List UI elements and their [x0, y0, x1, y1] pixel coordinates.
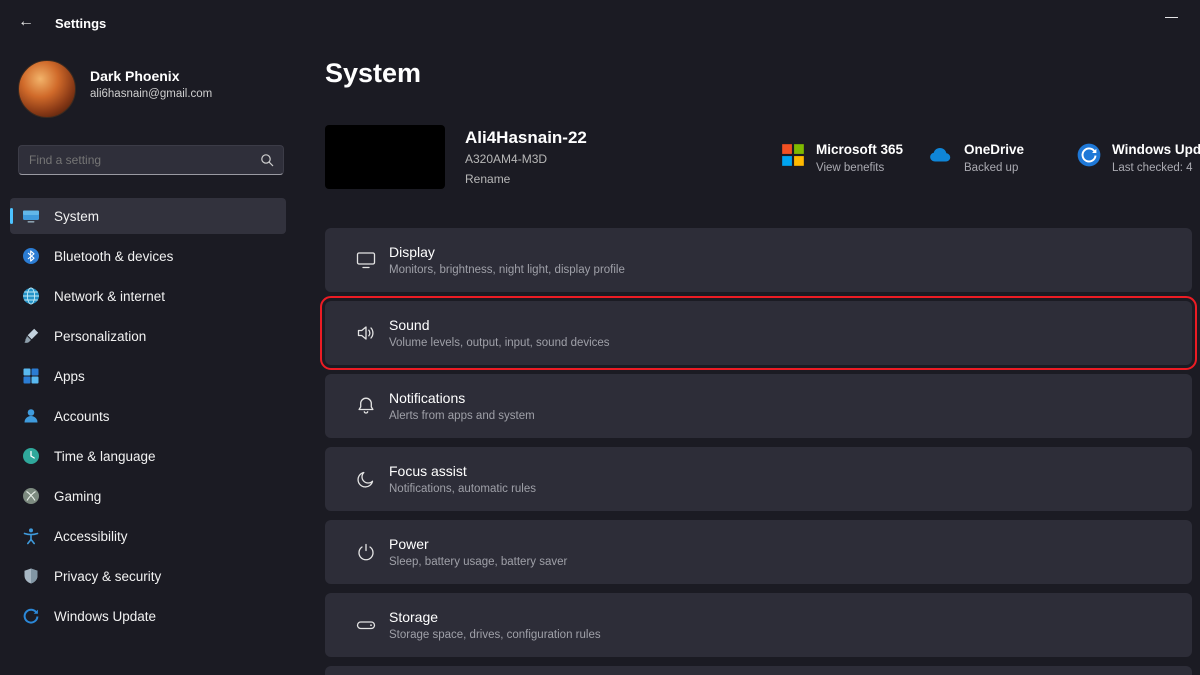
sidebar-item-time-language[interactable]: Time & language	[10, 438, 286, 474]
settings-row-power[interactable]: Power Sleep, battery usage, battery save…	[325, 520, 1192, 584]
settings-row-storage[interactable]: Storage Storage space, drives, configura…	[325, 593, 1192, 657]
sidebar-item-label: System	[54, 209, 99, 224]
row-label: Focus assist	[389, 463, 536, 479]
sidebar-item-label: Windows Update	[54, 609, 156, 624]
settings-row-partial[interactable]	[325, 666, 1192, 675]
sidebar-item-label: Privacy & security	[54, 569, 161, 584]
user-email: ali6hasnain@gmail.com	[90, 88, 212, 100]
sidebar-item-personalization[interactable]: Personalization	[10, 318, 286, 354]
row-description: Alerts from apps and system	[389, 410, 535, 422]
notifications-icon	[355, 395, 377, 417]
focus-assist-icon	[355, 468, 377, 490]
personalization-icon	[22, 327, 40, 345]
status-card-windows-update[interactable]: Windows Update Last checked: 4	[1076, 142, 1200, 174]
main-content: System Ali4Hasnain-22 A320AM4-M3D Rename…	[325, 48, 1200, 675]
search-input[interactable]	[19, 146, 251, 174]
device-thumbnail	[325, 125, 445, 189]
status-card-title: Windows Update	[1112, 142, 1200, 157]
avatar	[18, 60, 76, 118]
sidebar-nav: System Bluetooth & devices Network & int…	[10, 198, 286, 638]
row-label: Notifications	[389, 390, 535, 406]
sidebar-item-label: Personalization	[54, 329, 146, 344]
status-card-title: OneDrive	[964, 142, 1024, 157]
status-card-title: Microsoft 365	[816, 142, 903, 157]
rename-link[interactable]: Rename	[465, 172, 510, 186]
display-icon	[355, 249, 377, 271]
row-description: Storage space, drives, configuration rul…	[389, 629, 601, 641]
row-description: Monitors, brightness, night light, displ…	[389, 264, 625, 276]
status-card-onedrive[interactable]: OneDrive Backed up	[928, 142, 1024, 174]
status-card-subtitle: View benefits	[816, 162, 903, 174]
minimize-button[interactable]: —	[1165, 9, 1178, 24]
titlebar: ← Settings —	[0, 0, 1200, 48]
settings-row-display[interactable]: Display Monitors, brightness, night ligh…	[325, 228, 1192, 292]
row-label: Storage	[389, 609, 601, 625]
back-button[interactable]: ←	[18, 13, 34, 31]
row-description: Volume levels, output, input, sound devi…	[389, 337, 610, 349]
page-title: System	[325, 58, 421, 89]
sidebar-item-label: Accounts	[54, 409, 110, 424]
row-label: Display	[389, 244, 625, 260]
bluetooth-icon	[22, 247, 40, 265]
status-card-subtitle: Backed up	[964, 162, 1024, 174]
sidebar-item-bluetooth-devices[interactable]: Bluetooth & devices	[10, 238, 286, 274]
status-card-microsoft-365[interactable]: Microsoft 365 View benefits	[780, 142, 903, 174]
sidebar-item-gaming[interactable]: Gaming	[10, 478, 286, 514]
user-name: Dark Phoenix	[90, 68, 179, 84]
time-language-icon	[22, 447, 40, 465]
sidebar-item-label: Gaming	[54, 489, 101, 504]
windows-update-icon	[22, 607, 40, 625]
privacy-icon	[22, 567, 40, 585]
sidebar-item-apps[interactable]: Apps	[10, 358, 286, 394]
search-icon[interactable]	[260, 153, 274, 167]
sidebar-item-network-internet[interactable]: Network & internet	[10, 278, 286, 314]
sidebar-item-privacy-security[interactable]: Privacy & security	[10, 558, 286, 594]
accounts-icon	[22, 407, 40, 425]
accessibility-icon	[22, 527, 40, 545]
row-description: Sleep, battery usage, battery saver	[389, 556, 567, 568]
windows-update-icon	[1076, 142, 1102, 168]
storage-icon	[355, 614, 377, 636]
row-label: Power	[389, 536, 567, 552]
settings-list: Display Monitors, brightness, night ligh…	[325, 228, 1192, 675]
sidebar-item-accessibility[interactable]: Accessibility	[10, 518, 286, 554]
sidebar-item-accounts[interactable]: Accounts	[10, 398, 286, 434]
apps-icon	[22, 367, 40, 385]
row-label: Sound	[389, 317, 610, 333]
settings-row-sound[interactable]: Sound Volume levels, output, input, soun…	[325, 301, 1192, 365]
settings-row-focus-assist[interactable]: Focus assist Notifications, automatic ru…	[325, 447, 1192, 511]
microsoft-365-icon	[780, 142, 806, 168]
profile-section[interactable]: Dark Phoenix ali6hasnain@gmail.com	[0, 48, 290, 120]
device-name: Ali4Hasnain-22	[465, 128, 587, 148]
sound-icon	[355, 322, 377, 344]
settings-row-notifications[interactable]: Notifications Alerts from apps and syste…	[325, 374, 1192, 438]
sidebar-item-windows-update[interactable]: Windows Update	[10, 598, 286, 634]
sidebar-item-label: Apps	[54, 369, 85, 384]
row-description: Notifications, automatic rules	[389, 483, 536, 495]
gaming-icon	[22, 487, 40, 505]
system-icon	[22, 207, 40, 225]
network-icon	[22, 287, 40, 305]
sidebar-item-label: Accessibility	[54, 529, 128, 544]
sidebar-item-label: Bluetooth & devices	[54, 249, 173, 264]
sidebar-item-label: Time & language	[54, 449, 156, 464]
search-box	[18, 145, 284, 175]
power-icon	[355, 541, 377, 563]
app-title: Settings	[55, 16, 106, 31]
sidebar-item-system[interactable]: System	[10, 198, 286, 234]
device-model: A320AM4-M3D	[465, 152, 547, 166]
sidebar: Dark Phoenix ali6hasnain@gmail.com Syste…	[0, 48, 300, 675]
status-card-subtitle: Last checked: 4	[1112, 162, 1200, 174]
onedrive-icon	[928, 142, 954, 168]
sidebar-item-label: Network & internet	[54, 289, 165, 304]
